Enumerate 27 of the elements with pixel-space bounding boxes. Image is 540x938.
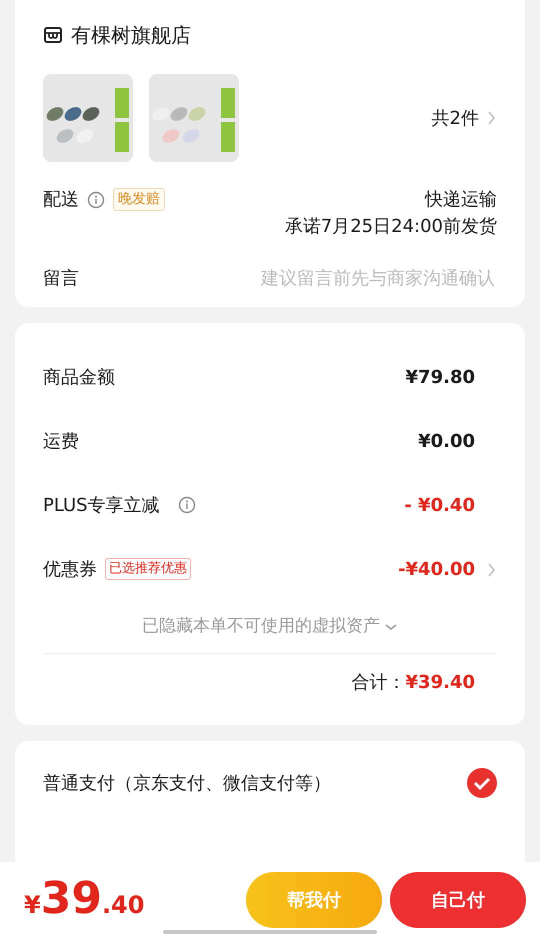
- cost-label: PLUS专享立减: [43, 494, 160, 518]
- store-name: 有棵树旗舰店: [71, 22, 191, 49]
- pay-button[interactable]: 自己付: [390, 872, 526, 928]
- cost-amount: ¥79.80: [406, 366, 475, 390]
- cost-label: 商品金额: [43, 366, 115, 390]
- chevron-down-icon: [384, 622, 398, 632]
- delivery-method: 快递运输: [424, 188, 497, 212]
- cost-amount: -¥40.00: [398, 558, 475, 582]
- delivery-promise: 承诺7月25日24:00前发货: [284, 215, 497, 239]
- cost-label: 优惠券: [43, 558, 97, 582]
- check-icon[interactable]: [467, 768, 497, 798]
- total-label: 合计：: [352, 671, 406, 695]
- cost-amount: ¥0.00: [418, 430, 475, 454]
- cost-label: 运费: [43, 430, 79, 454]
- hidden-assets-note[interactable]: 已隐藏本单不可使用的虚拟资产: [142, 614, 380, 640]
- message-label: 留言: [43, 267, 79, 291]
- total-amount: ¥39.40: [406, 671, 475, 695]
- store-icon: [43, 25, 63, 45]
- cost-amount: - ¥0.40: [404, 494, 475, 518]
- late-compensation-tag: 晚发赔: [113, 188, 165, 211]
- delivery-label: 配送: [43, 188, 79, 212]
- coupon-tag: 已选推荐优惠: [105, 558, 191, 580]
- payment-option[interactable]: 普通支付（京东支付、微信支付等）: [43, 770, 331, 796]
- info-icon: [87, 190, 105, 208]
- item-count[interactable]: 共2件: [432, 104, 479, 132]
- pay-amount: ¥39.40: [24, 877, 144, 923]
- chevron-right-icon: [487, 110, 497, 126]
